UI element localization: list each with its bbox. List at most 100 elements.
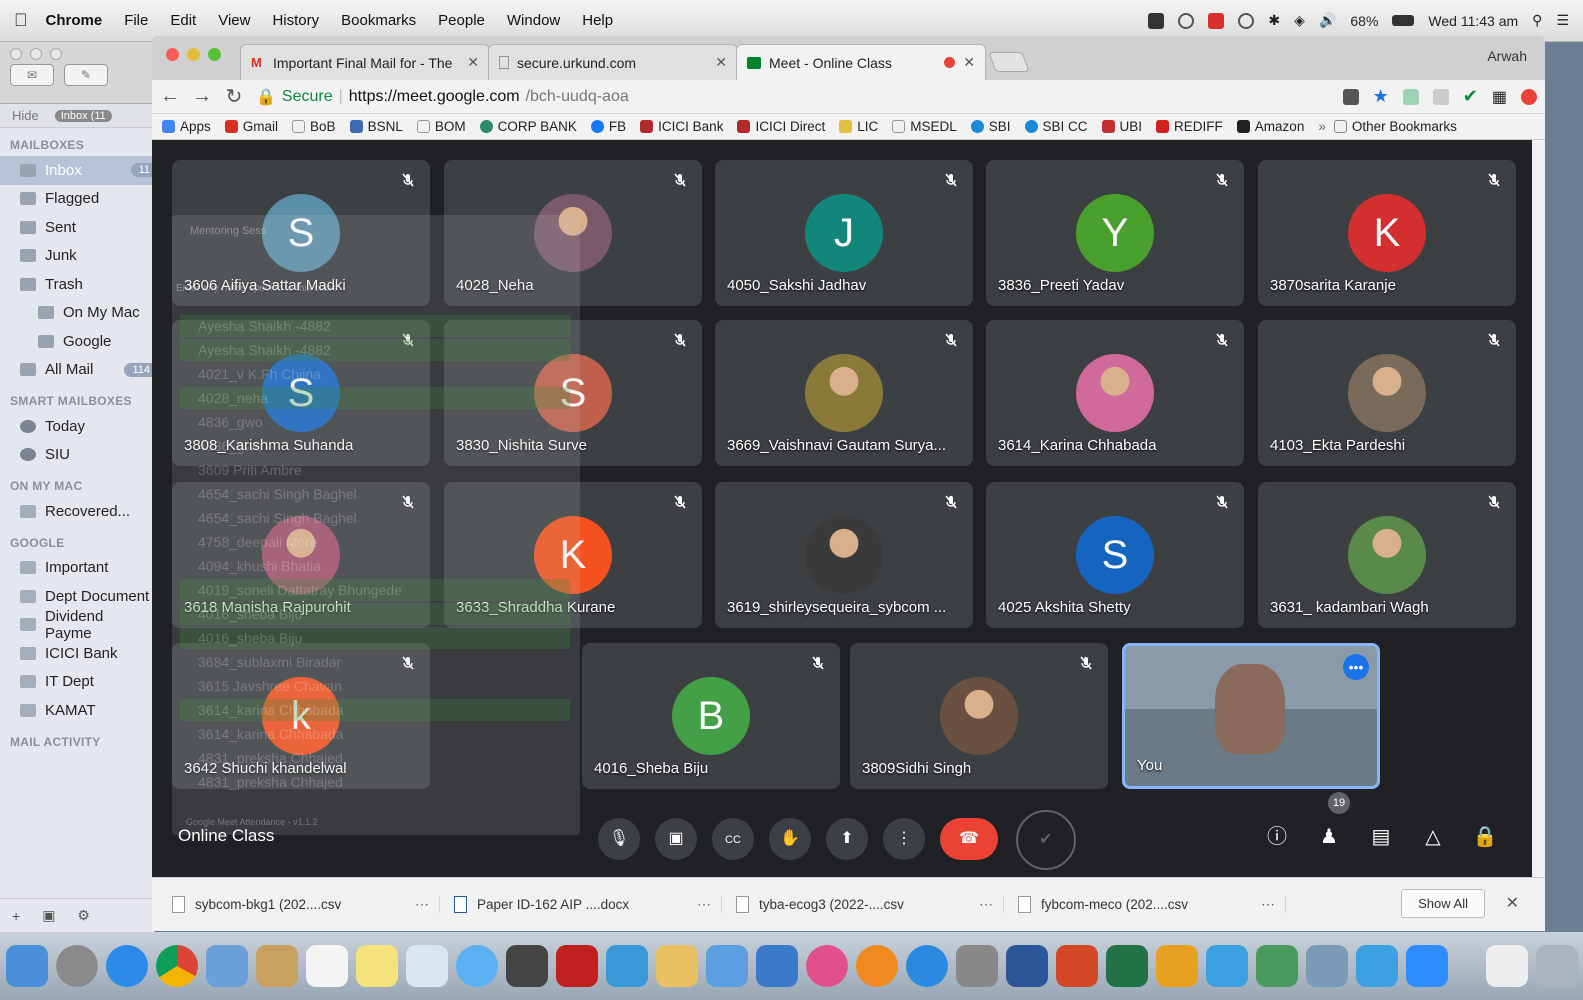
attendance-row[interactable]: 4654_sachi Singh Baghel bbox=[180, 483, 570, 505]
gear-icon[interactable]: ⚙ bbox=[77, 907, 90, 924]
forward-icon[interactable]: → bbox=[192, 85, 212, 108]
close-tab-icon[interactable]: ✕ bbox=[467, 54, 479, 71]
bookmark-rediff[interactable]: REDIFF bbox=[1156, 119, 1223, 134]
participant-tile[interactable]: S 4025 Akshita Shetty bbox=[986, 482, 1244, 628]
extension-icon[interactable] bbox=[1521, 88, 1537, 105]
microphone-button[interactable]: 🎙 bbox=[598, 818, 640, 860]
attendance-row[interactable]: 4028_neha bbox=[180, 387, 570, 409]
attendance-row[interactable]: 4831_preksha Chhajed bbox=[180, 747, 570, 769]
bookmark-bsnl[interactable]: BSNL bbox=[349, 119, 403, 134]
menu-history[interactable]: History bbox=[272, 12, 319, 29]
download-item[interactable]: tyba-ecog3 (2022-....csv ⋯ bbox=[736, 896, 1004, 913]
menu-bookmarks[interactable]: Bookmarks bbox=[341, 12, 416, 29]
extension-icon[interactable] bbox=[1402, 88, 1419, 105]
safari-icon[interactable] bbox=[105, 945, 148, 987]
host-controls-icon[interactable]: 🔒 bbox=[1472, 824, 1498, 850]
bookmark-gmail[interactable]: Gmail bbox=[224, 119, 278, 134]
menu-edit[interactable]: Edit bbox=[170, 12, 196, 29]
folder-icici-bank[interactable]: ICICI Bank bbox=[0, 639, 154, 668]
bookmark-other[interactable]: Other Bookmarks bbox=[1333, 119, 1457, 134]
new-tab-button[interactable] bbox=[988, 52, 1030, 72]
attendance-row[interactable]: 4836_gwo bbox=[180, 435, 570, 457]
download-item[interactable]: fybcom-meco (202....csv ⋯ bbox=[1018, 896, 1286, 913]
bookmark-amazon[interactable]: Amazon bbox=[1236, 119, 1304, 134]
volume-icon[interactable]: 🔊 bbox=[1319, 12, 1336, 29]
folder-recovered[interactable]: Recovered... bbox=[0, 497, 154, 526]
photos-icon[interactable] bbox=[605, 945, 648, 987]
tab-urkund[interactable]: secure.urkund.com ✕ bbox=[488, 44, 738, 80]
attendance-row[interactable]: 3609 Priti Ambre bbox=[180, 459, 570, 481]
minimize-icon[interactable] bbox=[30, 48, 42, 60]
bookmark-ubi[interactable]: UBI bbox=[1101, 119, 1142, 134]
more-icon[interactable]: ⋯ bbox=[697, 896, 711, 913]
menu-view[interactable]: View bbox=[218, 12, 250, 29]
attendance-row[interactable]: 4094_khushi Bhatia bbox=[180, 555, 570, 577]
smart-mailbox-today[interactable]: Today bbox=[0, 412, 154, 441]
mailbox-inbox[interactable]: Inbox 11 bbox=[0, 156, 154, 185]
close-icon[interactable] bbox=[10, 48, 22, 60]
q-app-icon[interactable] bbox=[1208, 12, 1225, 29]
captions-button[interactable]: CC bbox=[712, 818, 754, 860]
back-icon[interactable]: ← bbox=[160, 85, 180, 108]
participant-tile[interactable]: 3631_ kadambari Wagh bbox=[1258, 482, 1516, 628]
more-icon[interactable]: ⋯ bbox=[979, 896, 993, 913]
numbers-icon[interactable] bbox=[705, 945, 748, 987]
menu-help[interactable]: Help bbox=[582, 12, 613, 29]
smart-mailbox-siu[interactable]: SIU bbox=[0, 441, 154, 470]
excel-icon[interactable] bbox=[1105, 945, 1148, 987]
bookmark-apps[interactable]: Apps bbox=[162, 119, 211, 134]
address-bar[interactable]: 🔒 Secure | https://meet.google.com /bch-… bbox=[256, 87, 1331, 107]
folder-important[interactable]: Important bbox=[0, 554, 154, 583]
wifi-icon[interactable]: ◈ bbox=[1294, 12, 1305, 29]
mailbox-all-mail[interactable]: All Mail 114 bbox=[0, 356, 154, 385]
mailbox-trash-on-my-mac[interactable]: On My Mac bbox=[0, 299, 154, 328]
close-downloads-icon[interactable]: ✕ bbox=[1506, 893, 1519, 913]
calendar-icon[interactable] bbox=[305, 945, 348, 987]
menu-app-name[interactable]: Chrome bbox=[46, 12, 103, 29]
contacts-icon[interactable] bbox=[255, 945, 298, 987]
teams-icon[interactable] bbox=[1355, 945, 1398, 987]
tab-meet[interactable]: Meet - Online Class ✕ bbox=[736, 44, 986, 80]
attendance-row[interactable]: 3614_karina Chhabada bbox=[180, 699, 570, 721]
keynote-icon[interactable] bbox=[755, 945, 798, 987]
people-icon[interactable]: ♟ bbox=[1316, 824, 1342, 850]
participant-tile[interactable]: Y 3836_Preeti Yadav bbox=[986, 160, 1244, 306]
participant-tile[interactable]: J 4050_Sakshi Jadhav bbox=[715, 160, 973, 306]
bookmark-msedl[interactable]: MSEDL bbox=[892, 119, 957, 134]
folder-it-dept[interactable]: IT Dept bbox=[0, 668, 154, 697]
chrome-icon[interactable] bbox=[155, 945, 198, 987]
participant-tile[interactable]: 3809Sidhi Singh bbox=[850, 643, 1108, 789]
show-icon[interactable]: ▣ bbox=[42, 907, 55, 924]
status-icon[interactable] bbox=[1178, 12, 1195, 29]
launchpad-icon[interactable] bbox=[55, 945, 98, 987]
minimize-icon[interactable] bbox=[187, 48, 200, 61]
attendance-row[interactable]: Ayesha Shaikh -4882 bbox=[180, 315, 570, 337]
photo-booth-icon[interactable] bbox=[555, 945, 598, 987]
bookmark-sbi-cc[interactable]: SBI CC bbox=[1024, 119, 1088, 134]
document-icon[interactable] bbox=[1485, 945, 1528, 987]
chat-icon[interactable]: ▤ bbox=[1368, 824, 1394, 850]
hide-button[interactable]: Hide bbox=[12, 108, 39, 123]
facetime-icon[interactable] bbox=[505, 945, 548, 987]
bookmark-icici-direct[interactable]: ICICI Direct bbox=[737, 119, 825, 134]
bluetooth-icon[interactable]: ✱ bbox=[1268, 12, 1280, 29]
participant-tile[interactable]: 3619_shirleysequeira_sybcom ... bbox=[715, 482, 973, 628]
folder-kamat[interactable]: KAMAT bbox=[0, 696, 154, 725]
participant-tile[interactable]: 3669_Vaishnavi Gautam Surya... bbox=[715, 320, 973, 466]
end-call-button[interactable]: ☎ bbox=[940, 818, 998, 860]
folder-dept-document[interactable]: Dept Document bbox=[0, 582, 154, 611]
close-tab-icon[interactable]: ✕ bbox=[963, 54, 975, 71]
mailbox-flagged[interactable]: Flagged bbox=[0, 185, 154, 214]
grid-extension-icon[interactable]: ▦ bbox=[1492, 87, 1507, 107]
itunes-icon[interactable] bbox=[805, 945, 848, 987]
attendance-row[interactable]: 3615 Javshree Chavan bbox=[180, 675, 570, 697]
attendance-row[interactable]: 3614_karina Chhabada bbox=[180, 723, 570, 745]
attendance-row[interactable]: 4016_sheba Biju bbox=[180, 603, 570, 625]
close-tab-icon[interactable]: ✕ bbox=[715, 54, 727, 71]
show-all-button[interactable]: Show All bbox=[1401, 889, 1485, 918]
bookmark-icici-bank[interactable]: ICICI Bank bbox=[640, 119, 723, 134]
reminders-icon[interactable] bbox=[405, 945, 448, 987]
zoom-app-icon[interactable] bbox=[1405, 945, 1448, 987]
mail-icon[interactable] bbox=[205, 945, 248, 987]
zoom-icon[interactable] bbox=[50, 48, 62, 60]
